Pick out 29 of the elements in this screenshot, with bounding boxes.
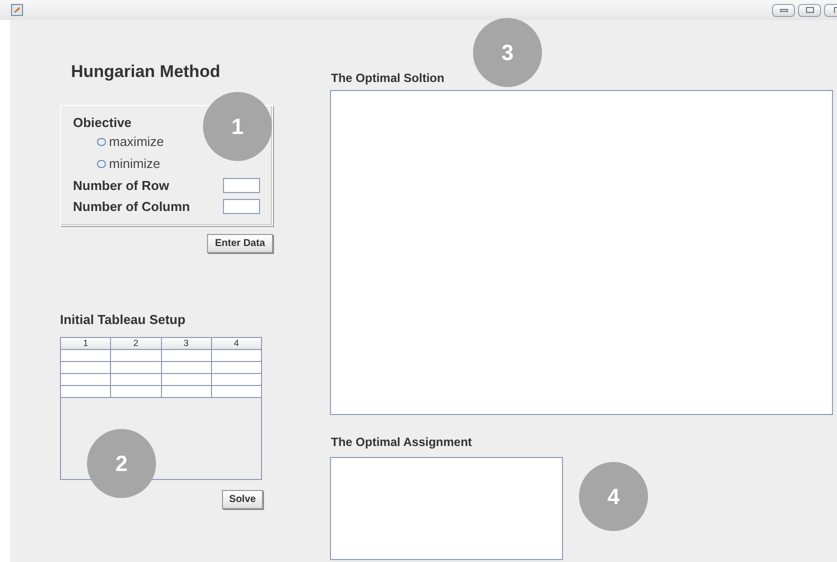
maximize-button[interactable] xyxy=(798,4,821,16)
table-cell[interactable] xyxy=(61,374,112,384)
number-field[interactable] xyxy=(223,178,260,193)
tableau-label: Initial Tableau Setup xyxy=(60,311,186,329)
column-header[interactable]: 4 xyxy=(212,338,261,348)
radio-option[interactable]: minimize xyxy=(97,153,160,175)
assignment-area[interactable] xyxy=(330,457,563,560)
enter-data-button[interactable]: Enter Data xyxy=(207,234,273,253)
column-header[interactable]: 2 xyxy=(111,338,162,348)
solution-label: The Optimal Soltion xyxy=(331,71,446,85)
field-label: Number of Row xyxy=(73,176,170,195)
number-field[interactable] xyxy=(223,199,260,214)
table-cell[interactable] xyxy=(111,362,162,372)
table-cell[interactable] xyxy=(111,386,162,396)
column-header[interactable]: 1 xyxy=(61,338,112,348)
objective-label: Obiective xyxy=(73,115,132,131)
table-cell[interactable] xyxy=(111,350,162,360)
minimize-button[interactable] xyxy=(772,4,795,16)
table-cell[interactable] xyxy=(111,374,162,384)
table-cell[interactable] xyxy=(61,350,112,360)
app-title: Hungarian Method xyxy=(71,62,222,82)
solve-button[interactable]: Solve xyxy=(222,490,263,508)
table-cell[interactable] xyxy=(61,362,112,372)
column-header[interactable]: 3 xyxy=(162,338,212,348)
field-label: Number of Column xyxy=(73,198,190,216)
app-icon xyxy=(11,4,23,16)
assignment-label: The Optimal Assignment xyxy=(331,435,473,449)
radio-option[interactable]: maximize xyxy=(97,131,164,153)
table-cell[interactable] xyxy=(61,386,112,396)
